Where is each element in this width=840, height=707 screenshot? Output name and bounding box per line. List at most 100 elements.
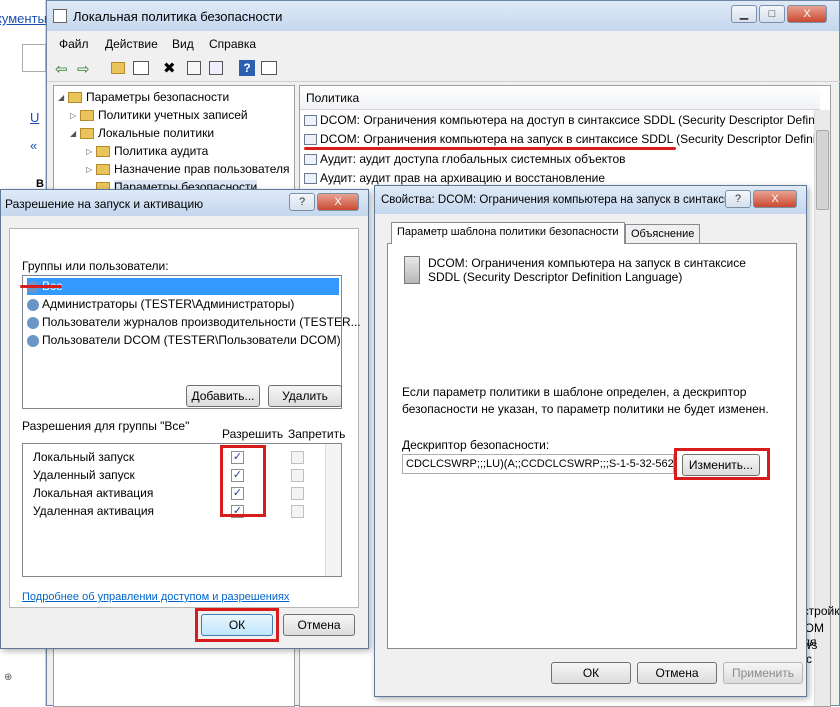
tree-item-user-rights[interactable]: ▷ Назначение прав пользователя	[86, 160, 290, 178]
tab-explain[interactable]: Объяснение	[625, 224, 701, 244]
mmc-title: Локальная политика безопасности	[73, 9, 283, 24]
collapse-arrow-icon[interactable]: ◢	[70, 125, 80, 143]
launch-permission-dialog: Разрешение на запуск и активацию ? X Гру…	[0, 189, 369, 649]
tree-item-local-policies[interactable]: ◢ Локальные политики	[70, 124, 214, 142]
list-item-dcom-launch[interactable]: DCOM: Ограничения компьютера на запуск в…	[304, 131, 822, 148]
help-link[interactable]: Подробнее об управлении доступом и разре…	[22, 591, 289, 603]
annotation-box-ok	[195, 608, 279, 642]
dialog-titlebar: Свойства: DCOM: Ограничения компьютера н…	[375, 186, 806, 214]
apply-button[interactable]: Применить	[723, 662, 803, 684]
cancel-button[interactable]: Отмена	[283, 614, 355, 636]
export-icon[interactable]	[209, 61, 223, 75]
up-folder-icon[interactable]	[111, 62, 125, 74]
show-tree-icon[interactable]	[133, 61, 149, 75]
add-button[interactable]: Добавить...	[186, 385, 260, 407]
users-icon	[27, 334, 39, 347]
folder-icon	[96, 146, 110, 158]
dialog-panel: Группы или пользователи: Все Администрат…	[9, 228, 361, 608]
list-label: Аудит: аудит доступа глобальных системны…	[320, 152, 626, 166]
list-item-dcom-access[interactable]: DCOM: Ограничения компьютера на доступ в…	[304, 112, 821, 129]
console-icon[interactable]	[261, 61, 277, 75]
delete-icon[interactable]: ✖	[163, 59, 176, 77]
descriptor-field[interactable]: CDCLCSWRP;;;LU)(A;;CCDCLCSWRP;;;S-1-5-32…	[402, 454, 674, 474]
help-button[interactable]: ?	[289, 193, 315, 211]
policy-icon	[304, 173, 317, 185]
back-icon[interactable]: ⇦	[55, 60, 68, 78]
menu-help[interactable]: Справка	[209, 37, 256, 51]
tree-item-security-settings-root[interactable]: ◢ Параметры безопасности	[58, 88, 229, 106]
close-button[interactable]: X	[753, 190, 797, 208]
remove-button[interactable]: Удалить	[268, 385, 342, 407]
list-label: DCOM: Ограничения компьютера на доступ в…	[320, 113, 821, 127]
folder-icon	[96, 164, 110, 176]
list-header-policy[interactable]: Политика	[300, 86, 820, 110]
bg-link-quote[interactable]: «	[30, 138, 37, 153]
tab-panel: DCOM: Ограничения компьютера на запуск в…	[387, 243, 797, 649]
bg-plus-icon: ⊕	[4, 672, 13, 683]
menu-view[interactable]: Вид	[172, 37, 194, 51]
expand-arrow-icon[interactable]: ▷	[70, 107, 80, 125]
deny-checkbox-local-launch[interactable]	[291, 451, 304, 464]
minimize-button[interactable]: ▁	[731, 5, 757, 23]
ok-button[interactable]: ОК	[551, 662, 631, 684]
deny-checkbox-remote-launch[interactable]	[291, 469, 304, 482]
groups-label: Группы или пользователи:	[22, 259, 169, 273]
maximize-button[interactable]: □	[759, 5, 785, 23]
close-button[interactable]: X	[317, 193, 359, 211]
perm-label: Разрешения для группы "Все"	[22, 419, 190, 433]
policy-icon	[304, 154, 317, 166]
forward-icon[interactable]: ⇨	[77, 60, 90, 78]
dialog-title: Свойства: DCOM: Ограничения компьютера н…	[381, 194, 756, 206]
users-icon	[27, 298, 39, 311]
annotation-box-change	[674, 448, 770, 480]
annotation-underline-list	[304, 147, 676, 150]
user-item-dcom[interactable]: Пользователи DCOM (TESTER\Пользователи D…	[27, 332, 341, 349]
deny-checkbox-remote-activation[interactable]	[291, 505, 304, 518]
descriptor-label: Дескриптор безопасности:	[402, 438, 550, 452]
permissions-listbox: Локальный запуск Удаленный запуск Локаль…	[22, 443, 342, 577]
tree-item-audit-policy[interactable]: ▷ Политика аудита	[86, 142, 208, 160]
scroll-thumb[interactable]	[816, 130, 829, 210]
mmc-titlebar: Локальная политика безопасности ▁ □ X	[47, 1, 839, 31]
toolbar: ⇦ ⇨ ✖ ?	[47, 56, 840, 82]
tree-item-account-policies[interactable]: ▷ Политики учетных записей	[70, 106, 248, 124]
tree-label: Параметры безопасности	[86, 90, 230, 104]
list-item-audit-global[interactable]: Аудит: аудит доступа глобальных системны…	[304, 151, 626, 168]
list-label: DCOM: Ограничения компьютера на запуск в…	[320, 132, 822, 146]
folder-icon	[80, 128, 94, 140]
close-button[interactable]: X	[787, 5, 827, 23]
bg-link-u[interactable]: U	[30, 110, 39, 125]
user-label: Администраторы (TESTER\Администраторы)	[42, 297, 295, 311]
user-item-admins[interactable]: Администраторы (TESTER\Администраторы)	[27, 296, 294, 313]
user-item-everyone[interactable]: Все	[27, 278, 339, 295]
policy-name: DCOM: Ограничения компьютера на запуск в…	[428, 256, 746, 284]
menu-file[interactable]: Файл	[59, 37, 89, 51]
perm-row-remote-launch: Удаленный запуск	[33, 468, 135, 482]
dialog-title: Разрешение на запуск и активацию	[5, 197, 204, 211]
mmc-app-icon	[53, 9, 67, 23]
expand-arrow-icon[interactable]: ▷	[86, 161, 96, 179]
collapse-arrow-icon[interactable]: ◢	[58, 89, 68, 107]
properties-icon[interactable]	[187, 61, 201, 75]
bg-link-documents[interactable]: кументы	[0, 11, 47, 26]
help-button[interactable]: ?	[725, 190, 751, 208]
cancel-button[interactable]: Отмена	[637, 662, 717, 684]
policy-icon	[304, 134, 317, 146]
tree-label: Локальные политики	[98, 126, 215, 140]
user-label: Пользователи журналов производительности…	[42, 315, 361, 329]
user-item-perflog[interactable]: Пользователи журналов производительности…	[27, 314, 361, 331]
menu-bar: Файл Действие Вид Справка	[47, 33, 840, 55]
tree-label: Политики учетных записей	[98, 108, 248, 122]
user-label: Пользователи DCOM (TESTER\Пользователи D…	[42, 333, 341, 347]
tab-template-setting[interactable]: Параметр шаблона политики безопасности	[391, 222, 625, 244]
annotation-underline-everyone	[20, 285, 62, 288]
perm-row-local-launch: Локальный запуск	[33, 450, 135, 464]
server-icon	[404, 256, 420, 284]
deny-header: Запретить	[288, 427, 346, 441]
info-text: Если параметр политики в шаблоне определ…	[402, 385, 769, 416]
expand-arrow-icon[interactable]: ▷	[86, 143, 96, 161]
folder-icon	[80, 110, 94, 122]
menu-action[interactable]: Действие	[105, 37, 158, 51]
deny-checkbox-local-activation[interactable]	[291, 487, 304, 500]
help-icon[interactable]: ?	[239, 60, 255, 76]
